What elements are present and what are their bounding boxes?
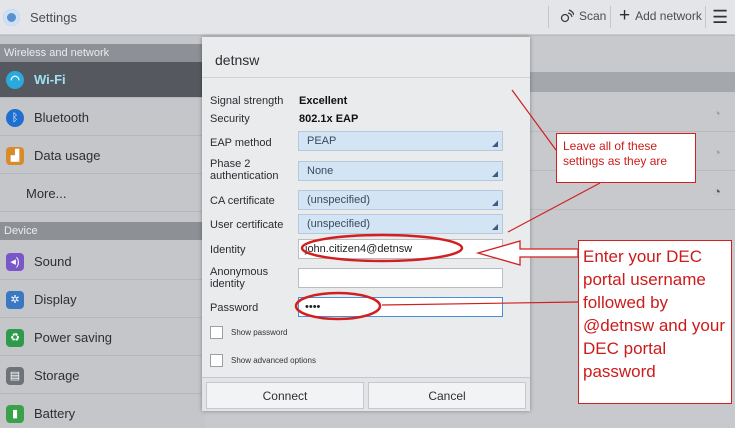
credentials-callout: Enter your DEC portal username followed … bbox=[578, 240, 732, 404]
annotation-line bbox=[511, 89, 557, 151]
annotation-line bbox=[507, 182, 601, 233]
annotation-line bbox=[381, 301, 579, 306]
identity-highlight-ellipse bbox=[300, 233, 464, 263]
identity-arrow bbox=[475, 240, 579, 266]
password-highlight-ellipse bbox=[294, 291, 382, 321]
settings-callout: Leave all of these settings as they are bbox=[556, 133, 696, 183]
